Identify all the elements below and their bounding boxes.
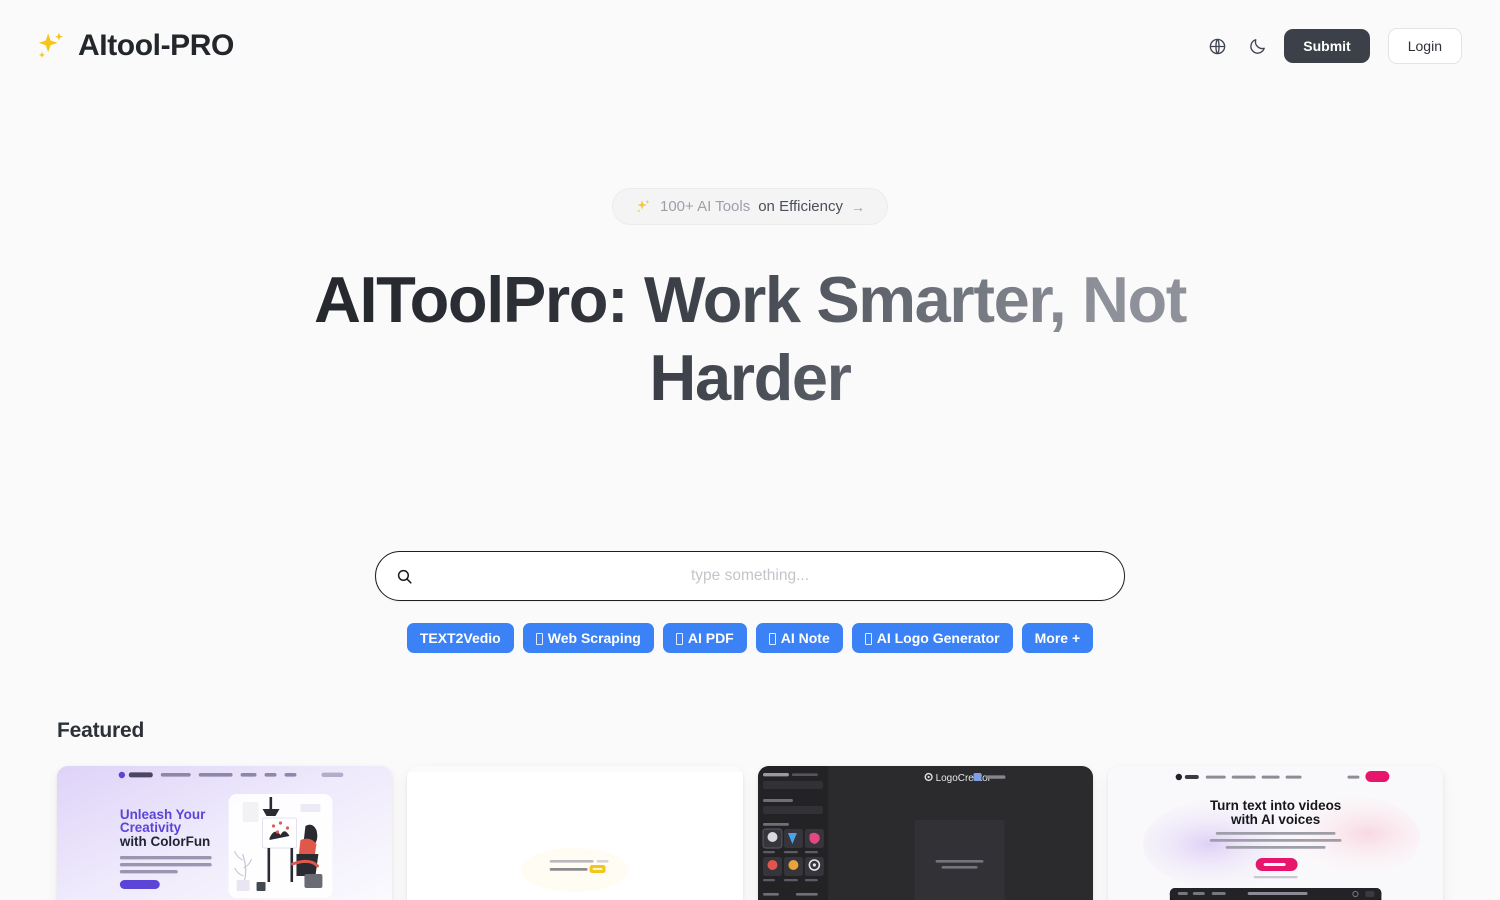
tag-ai-note[interactable]: AI Note xyxy=(755,623,843,654)
badge-text-secondary: on Efficiency xyxy=(758,198,843,215)
sparkles-icon xyxy=(635,198,652,215)
featured-section: Featured Unleash Your Creativity with Co… xyxy=(0,719,1500,900)
tag-ai-pdf[interactable]: AI PDF xyxy=(662,623,747,654)
featured-card-white-tool[interactable] xyxy=(407,766,743,900)
page-title: AIToolPro: Work Smarter, Not Harder xyxy=(310,261,1190,417)
tag-label: AI Logo Generator xyxy=(876,630,1000,646)
text-to-video-preview-image: Turn text into videos with AI voices xyxy=(1107,766,1443,900)
featured-card-text-to-video[interactable]: Turn text into videos with AI voices xyxy=(1107,766,1443,900)
tag-label: TEXT2Vedio xyxy=(419,630,501,646)
tag-ai-logo-generator[interactable]: AI Logo Generator xyxy=(851,623,1013,654)
tag-label: AI Note xyxy=(780,630,830,646)
brand-name: AItool-PRO xyxy=(78,29,234,62)
missing-glyph-icon xyxy=(768,633,776,646)
tag-text2vedio[interactable]: TEXT2Vedio xyxy=(406,623,514,654)
header-actions: Submit Login xyxy=(1204,28,1462,64)
app-header: AItool-PRO Submit Login xyxy=(0,0,1500,92)
hero-section: 100+ AI Tools on Efficiency → AIToolPro:… xyxy=(0,92,1500,654)
submit-button[interactable]: Submit xyxy=(1284,29,1370,63)
arrow-right-icon: → xyxy=(851,198,865,215)
brand-logo[interactable]: AItool-PRO xyxy=(34,29,234,63)
tag-label: AI PDF xyxy=(687,630,734,646)
svg-text:Turn text into videos: Turn text into videos xyxy=(1210,798,1341,813)
svg-text:with ColorFun: with ColorFun xyxy=(119,834,210,849)
moon-icon[interactable] xyxy=(1244,33,1270,59)
search-box[interactable] xyxy=(375,551,1125,601)
svg-text:LogoCreator: LogoCreator xyxy=(935,773,991,784)
missing-glyph-icon xyxy=(675,633,683,646)
badge-text-primary: 100+ AI Tools xyxy=(660,198,751,215)
featured-card-colorfun[interactable]: Unleash Your Creativity with ColorFun xyxy=(57,766,393,900)
search-section xyxy=(0,551,1500,601)
promo-badge[interactable]: 100+ AI Tools on Efficiency → xyxy=(612,188,888,225)
login-button[interactable]: Login xyxy=(1387,28,1462,64)
colorfun-preview-image: Unleash Your Creativity with ColorFun xyxy=(57,766,393,900)
tag-label: Web Scraping xyxy=(547,630,641,646)
svg-text:with AI voices: with AI voices xyxy=(1230,812,1320,827)
featured-card-logocreator[interactable]: LogoCreator xyxy=(757,766,1093,900)
logocreator-preview-image: LogoCreator xyxy=(757,766,1093,900)
svg-text:Creativity: Creativity xyxy=(120,820,182,835)
sparkles-icon xyxy=(34,29,68,63)
white-tool-preview-image xyxy=(407,766,743,900)
missing-glyph-icon xyxy=(535,633,543,646)
tag-more[interactable]: More + xyxy=(1021,623,1094,654)
tag-list: TEXT2Vedio Web Scraping AI PDF AI Note A… xyxy=(0,623,1500,654)
globe-icon[interactable] xyxy=(1204,33,1230,59)
missing-glyph-icon xyxy=(864,633,872,646)
section-title: Featured xyxy=(57,719,145,743)
featured-card-grid: Unleash Your Creativity with ColorFun Lo… xyxy=(57,766,1443,900)
tag-label: More + xyxy=(1034,630,1081,646)
tag-web-scraping[interactable]: Web Scraping xyxy=(522,623,654,654)
search-icon xyxy=(396,568,413,585)
search-input[interactable] xyxy=(376,552,1124,600)
